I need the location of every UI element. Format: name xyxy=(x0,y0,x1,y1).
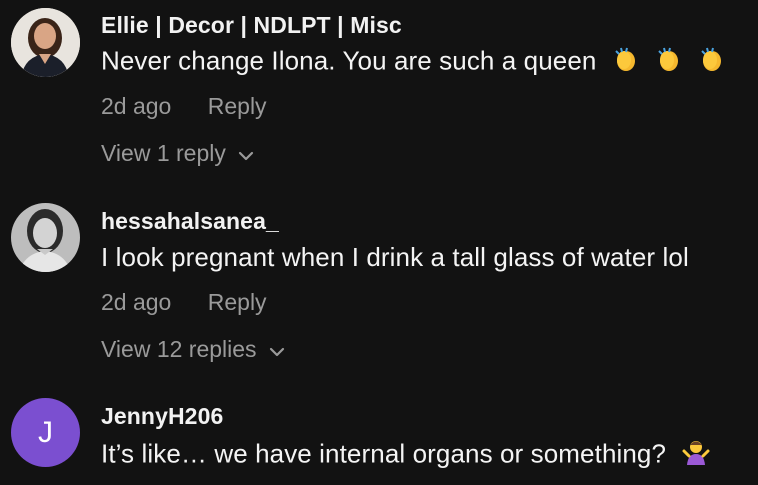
clapping-hands-icon xyxy=(612,45,640,80)
view-replies-button[interactable]: View 12 replies xyxy=(101,336,285,363)
reply-button[interactable]: Reply xyxy=(208,289,267,315)
view-replies-label: View 12 replies xyxy=(101,336,257,362)
comment-text-content: It’s like… we have internal organs or so… xyxy=(101,438,667,469)
clapping-hands-icon xyxy=(655,45,683,80)
comment-timestamp: 2d ago xyxy=(101,289,172,315)
chevron-down-icon xyxy=(238,140,254,167)
chevron-down-icon xyxy=(269,336,285,363)
comment-text: I look pregnant when I drink a tall glas… xyxy=(101,242,689,273)
comment-username[interactable]: JennyH206 xyxy=(101,403,223,430)
comment-meta: 2d ago Reply xyxy=(101,93,267,120)
comment-timestamp: 2d ago xyxy=(101,93,172,119)
avatar[interactable] xyxy=(11,203,80,272)
avatar[interactable] xyxy=(11,8,80,77)
comment-text-content: Never change Ilona. You are such a queen xyxy=(101,45,597,76)
clapping-hands-icon xyxy=(698,45,726,80)
comment-item: hessahalsanea_ I look pregnant when I dr… xyxy=(0,190,758,385)
comment-item: J JennyH206 It’s like… we have internal … xyxy=(0,385,758,485)
comment-meta: 2d ago Reply xyxy=(101,289,267,316)
view-replies-label: View 1 reply xyxy=(101,140,226,166)
view-replies-button[interactable]: View 1 reply xyxy=(101,140,254,167)
avatar[interactable]: J xyxy=(11,398,80,467)
comment-text: Never change Ilona. You are such a queen xyxy=(101,45,726,80)
person-shrugging-icon xyxy=(681,437,711,474)
comment-item: Ellie | Decor | NDLPT | Misc Never chang… xyxy=(0,0,758,190)
comment-username[interactable]: hessahalsanea_ xyxy=(101,208,279,235)
comment-text: It’s like… we have internal organs or so… xyxy=(101,437,711,474)
reply-button[interactable]: Reply xyxy=(208,93,267,119)
comment-username[interactable]: Ellie | Decor | NDLPT | Misc xyxy=(101,12,402,39)
comment-text-content: I look pregnant when I drink a tall glas… xyxy=(101,242,689,272)
